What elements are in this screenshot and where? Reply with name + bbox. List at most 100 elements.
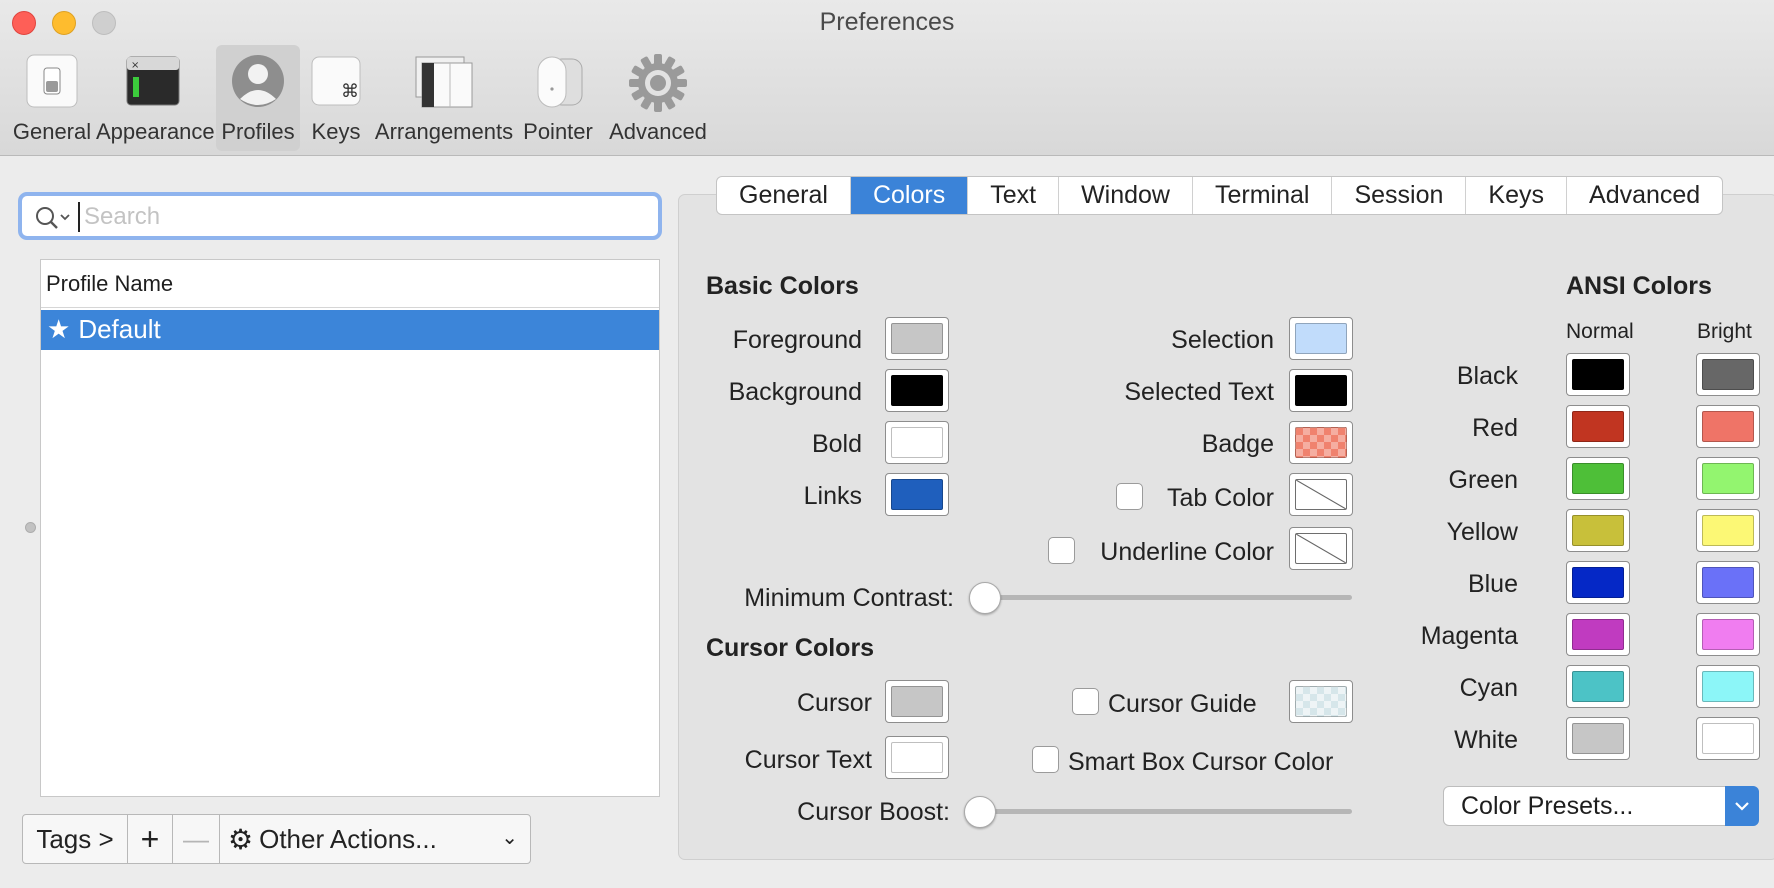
tab-window[interactable]: Window	[1059, 177, 1193, 214]
user-silhouette-icon	[232, 55, 284, 107]
cursor-guide-checkbox[interactable]	[1072, 688, 1099, 715]
svg-text:×: ×	[131, 60, 139, 71]
cursor-guide-color-well[interactable]	[1289, 680, 1353, 723]
color-presets-dropdown[interactable]: Color Presets...	[1443, 786, 1759, 826]
selected-text-label: Selected Text	[1124, 378, 1274, 406]
toolbar-keys[interactable]: ⌘ Keys	[304, 45, 368, 151]
color-swatch	[891, 686, 943, 717]
ansi-cyan-label: Cyan	[1459, 674, 1518, 702]
no-color-icon	[1295, 479, 1347, 510]
color-swatch	[891, 427, 943, 458]
cursor-text-color-well[interactable]	[885, 736, 949, 779]
minimum-contrast-slider-track[interactable]	[986, 595, 1352, 600]
remove-profile-button[interactable]: —	[172, 814, 220, 864]
add-profile-button[interactable]: +	[127, 814, 173, 864]
toolbar-appearance-label: Appearance	[96, 119, 215, 144]
bold-label: Bold	[811, 430, 862, 458]
color-swatch	[1572, 619, 1624, 650]
cursor-text-label: Cursor Text	[744, 746, 872, 774]
toolbar-appearance[interactable]: × Appearance	[96, 45, 215, 151]
color-presets-label: Color Presets...	[1461, 792, 1634, 820]
tab-color-checkbox[interactable]	[1116, 483, 1143, 510]
ansi-white-bright-color-well[interactable]	[1696, 717, 1760, 760]
cursor-boost-slider-knob[interactable]	[964, 796, 996, 828]
minimum-contrast-label: Minimum Contrast:	[744, 584, 954, 612]
ansi-bright-header: Bright	[1697, 320, 1752, 343]
tab-terminal[interactable]: Terminal	[1193, 177, 1333, 214]
cursor-color-well[interactable]	[885, 680, 949, 723]
ansi-cyan-normal-color-well[interactable]	[1566, 665, 1630, 708]
underline-color-well[interactable]	[1289, 527, 1353, 570]
toolbar-advanced-label: Advanced	[609, 119, 707, 144]
foreground-label: Foreground	[732, 326, 862, 354]
color-swatch	[1702, 723, 1754, 754]
toolbar-arrangements-label: Arrangements	[374, 119, 514, 144]
tab-advanced[interactable]: Advanced	[1567, 177, 1722, 214]
selection-color-well[interactable]	[1289, 317, 1353, 360]
ansi-black-normal-color-well[interactable]	[1566, 353, 1630, 396]
ansi-yellow-normal-color-well[interactable]	[1566, 509, 1630, 552]
tab-text[interactable]: Text	[968, 177, 1060, 214]
ansi-red-normal-color-well[interactable]	[1566, 405, 1630, 448]
ansi-blue-normal-color-well[interactable]	[1566, 561, 1630, 604]
ansi-magenta-normal-color-well[interactable]	[1566, 613, 1630, 656]
selected-text-color-well[interactable]	[1289, 369, 1353, 412]
color-swatch	[1295, 375, 1347, 406]
bold-color-well[interactable]	[885, 421, 949, 464]
split-view-handle[interactable]	[25, 522, 36, 533]
foreground-color-well[interactable]	[885, 317, 949, 360]
background-color-well[interactable]	[885, 369, 949, 412]
toolbar-arrangements[interactable]: Arrangements	[374, 45, 514, 151]
ansi-green-normal-color-well[interactable]	[1566, 457, 1630, 500]
search-field[interactable]	[18, 192, 662, 240]
color-swatch	[1295, 323, 1347, 354]
toolbar-advanced[interactable]: Advanced	[600, 45, 716, 151]
tab-keys[interactable]: Keys	[1466, 177, 1568, 214]
badge-color-well[interactable]	[1289, 421, 1353, 464]
ansi-green-label: Green	[1448, 466, 1518, 494]
other-actions-menu[interactable]: ⚙ Other Actions... ⌄	[219, 814, 531, 864]
toolbar-pointer[interactable]: Pointer	[518, 45, 598, 151]
profile-list[interactable]: Profile Name ★ Default	[40, 259, 660, 797]
toolbar-general-label: General	[12, 119, 92, 144]
color-swatch	[1572, 463, 1624, 494]
ansi-yellow-bright-color-well[interactable]	[1696, 509, 1760, 552]
color-swatch	[1572, 567, 1624, 598]
toolbar-profiles[interactable]: Profiles	[216, 45, 300, 151]
underline-color-checkbox[interactable]	[1048, 537, 1075, 564]
toolbar-profiles-label: Profiles	[221, 119, 295, 144]
toolbar-keys-label: Keys	[311, 119, 361, 144]
cursor-boost-slider-track[interactable]	[980, 809, 1352, 814]
ansi-black-bright-color-well[interactable]	[1696, 353, 1760, 396]
cursor-label: Cursor	[796, 689, 872, 717]
mouse-icon	[537, 56, 583, 108]
search-icon	[36, 207, 70, 229]
color-swatch	[1572, 515, 1624, 546]
tab-bar: General Colors Text Window Terminal Sess…	[716, 176, 1724, 215]
tab-general[interactable]: General	[717, 177, 851, 214]
tab-session[interactable]: Session	[1332, 177, 1467, 214]
ansi-colors-heading: ANSI Colors	[1566, 272, 1712, 300]
smart-box-cursor-color-checkbox[interactable]	[1032, 746, 1059, 773]
profile-name-column-header[interactable]: Profile Name	[41, 260, 659, 308]
toolbar-general[interactable]: General	[4, 45, 100, 151]
ansi-blue-label: Blue	[1467, 570, 1518, 598]
ansi-blue-bright-color-well[interactable]	[1696, 561, 1760, 604]
ansi-white-normal-color-well[interactable]	[1566, 717, 1630, 760]
svg-text:⌘: ⌘	[341, 81, 359, 102]
tab-color-well[interactable]	[1289, 473, 1353, 516]
tags-button[interactable]: Tags >	[22, 814, 128, 864]
profile-row-default[interactable]: ★ Default	[41, 310, 659, 350]
minimum-contrast-slider-knob[interactable]	[969, 582, 1001, 614]
tab-colors[interactable]: Colors	[850, 177, 969, 214]
ansi-magenta-bright-color-well[interactable]	[1696, 613, 1760, 656]
ansi-cyan-bright-color-well[interactable]	[1696, 665, 1760, 708]
search-input[interactable]	[78, 202, 638, 232]
ansi-green-bright-color-well[interactable]	[1696, 457, 1760, 500]
tab-color-label: Tab Color	[1167, 484, 1274, 512]
color-swatch	[891, 742, 943, 773]
ansi-red-bright-color-well[interactable]	[1696, 405, 1760, 448]
color-swatch	[1702, 359, 1754, 390]
cursor-colors-heading: Cursor Colors	[706, 634, 875, 662]
links-color-well[interactable]	[885, 473, 949, 516]
